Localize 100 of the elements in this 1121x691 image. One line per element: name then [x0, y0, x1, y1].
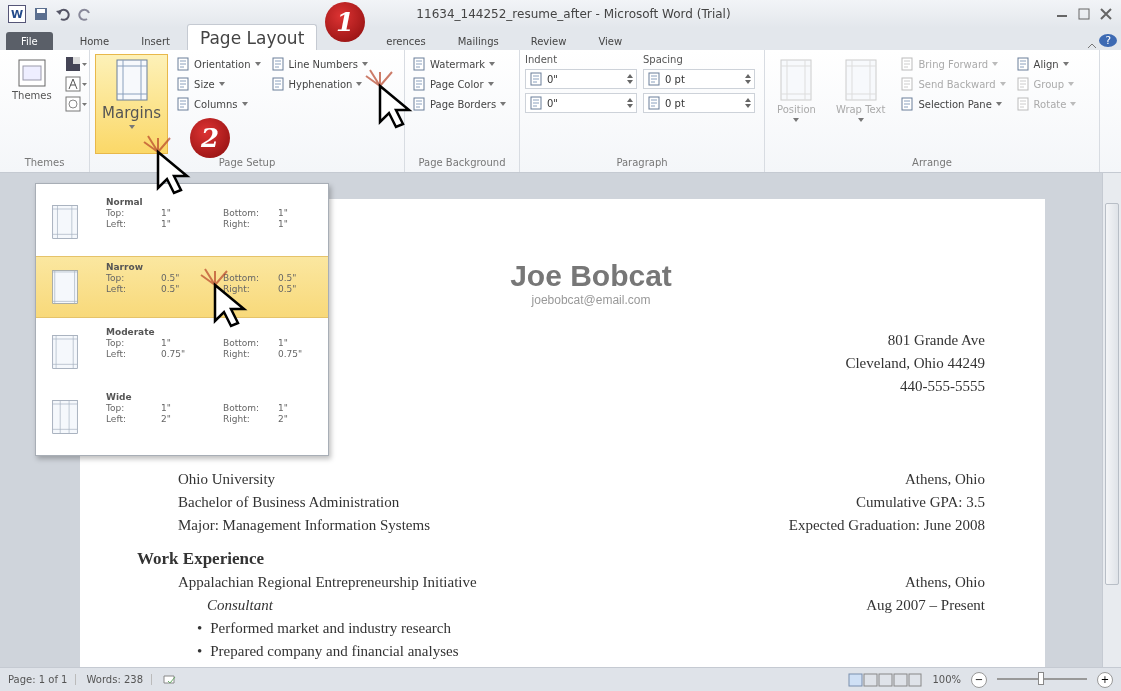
ribbon-tab[interactable]: erences [371, 32, 441, 50]
indent-spinner[interactable]: 0" [525, 93, 637, 113]
caret-icon [218, 82, 225, 86]
ribbon-button[interactable]: Orientation [174, 56, 263, 72]
ribbon-button[interactable]: Size [174, 76, 263, 92]
margin-value: 0.5" [161, 284, 181, 294]
zoom-out-button[interactable]: − [971, 671, 987, 688]
caret-icon [857, 118, 864, 122]
scroll-thumb[interactable] [1105, 203, 1119, 585]
ribbon-tab[interactable]: Insert [126, 32, 185, 50]
margin-label: Right: [223, 414, 251, 424]
address-line: 801 Grande Ave [887, 331, 985, 350]
margin-value: 0.5" [278, 273, 298, 283]
ribbon-button[interactable]: Line Numbers [268, 56, 370, 72]
page-icon [412, 97, 426, 111]
effects-icon[interactable] [64, 96, 87, 112]
caret-icon[interactable] [1087, 42, 1098, 50]
spacing-spinner[interactable]: 0 pt [643, 93, 755, 113]
ribbon-tab[interactable]: Home [64, 32, 125, 50]
margin-value: 0.75" [278, 349, 304, 359]
ribbon-button[interactable]: Watermark [410, 56, 509, 72]
ribbon-tab[interactable]: Page Layout [186, 24, 318, 50]
spacing-spinner[interactable]: 0 pt [643, 69, 755, 89]
caret-icon [1062, 62, 1069, 66]
ribbon-tab[interactable]: View [583, 32, 638, 50]
undo-icon[interactable] [56, 7, 70, 21]
section-heading: Work Experience [137, 548, 265, 570]
caret-icon [1068, 82, 1075, 86]
ribbon-button[interactable]: Columns [174, 96, 263, 112]
zoom-percent[interactable]: 100% [932, 674, 961, 685]
ribbon-button[interactable]: Hyphenation [268, 76, 370, 92]
margin-label: Bottom: [223, 273, 261, 283]
redo-icon[interactable] [78, 7, 92, 21]
ribbon-tab[interactable]: Mailings [442, 32, 514, 50]
scrollbar[interactable] [1102, 173, 1121, 667]
margin-label: Top: [106, 208, 126, 218]
page-icon [176, 57, 191, 71]
file-tab[interactable]: File [6, 32, 53, 50]
margin-value: 0.75" [161, 349, 187, 359]
themes-icon [17, 59, 46, 87]
margin-label: Right: [223, 349, 251, 359]
margin-option[interactable]: Wide Top: 1" Bottom: 1" Left: 2" Right: 2" [36, 386, 328, 448]
indent-spinner[interactable]: 0" [525, 69, 637, 89]
resume-text: Major: Management Information Systems [178, 516, 431, 535]
spacing-label: Spacing [643, 54, 684, 65]
ribbon-large-button[interactable]: Margins [95, 54, 169, 154]
page-count[interactable]: Page: 1 of 1 [8, 674, 77, 685]
ribbon-button[interactable]: Page Borders [410, 96, 509, 112]
caret-icon [254, 62, 261, 66]
resume-text: Expected Graduation: June 2008 [788, 516, 985, 535]
resume-text: Athens, Ohio [905, 573, 985, 592]
spin-arrows-icon [745, 74, 751, 84]
margin-value: 0.5" [161, 273, 181, 283]
margin-option[interactable]: Normal Top: 1" Bottom: 1" Left: 1" Right: 1" [36, 191, 328, 253]
help-button[interactable]: ? [1099, 33, 1117, 47]
page-icon [843, 59, 878, 101]
margin-option[interactable]: Moderate Top: 1" Bottom: 1" Left: 0.75" Right: 0.75" [36, 321, 328, 383]
page-icon [647, 96, 661, 110]
margin-value: 1" [278, 219, 289, 229]
margin-value: 1" [161, 219, 172, 229]
margin-value: 1" [161, 338, 172, 348]
ribbon-tab[interactable]: Review [515, 32, 582, 50]
margin-label: Bottom: [223, 403, 261, 413]
zoom-thumb[interactable] [1038, 672, 1044, 685]
resume-text: Ohio University [178, 470, 276, 489]
ribbon-button[interactable]: Selection Pane [898, 96, 1008, 112]
margin-option[interactable]: Narrow Top: 0.5" Bottom: 0.5" Left: 0.5" Right: 0.5" [36, 256, 328, 318]
caret-icon [489, 62, 496, 66]
fonts-icon[interactable] [64, 76, 87, 92]
page-icon [900, 57, 915, 71]
margin-label: Top: [106, 338, 126, 348]
caret-icon [356, 82, 363, 86]
close-icon[interactable] [1099, 7, 1113, 21]
bullet-icon: • [197, 640, 203, 663]
job-title: Consultant [207, 596, 273, 615]
zoom-in-button[interactable]: + [1097, 671, 1113, 688]
option-name: Narrow [106, 262, 144, 272]
themes-button[interactable]: Themes [5, 54, 59, 154]
restore-icon[interactable] [1077, 7, 1091, 21]
ribbon-button[interactable]: Page Color [410, 76, 509, 92]
colors-icon[interactable] [64, 56, 87, 72]
caret-icon [361, 62, 368, 66]
margin-label: Top: [106, 273, 126, 283]
word-count[interactable]: Words: 238 [86, 674, 153, 685]
page-icon [900, 97, 915, 111]
option-name: Moderate [106, 327, 156, 337]
page-icon [900, 77, 915, 91]
page-icon [529, 72, 543, 86]
resume-email: joebobcat@email.com [531, 293, 651, 307]
save-icon[interactable] [34, 7, 48, 21]
margin-label: Bottom: [223, 338, 261, 348]
page-icon [529, 96, 543, 110]
spin-arrows-icon [745, 98, 751, 108]
bullet-icon: • [197, 617, 203, 640]
address-line: Cleveland, Ohio 44249 [845, 354, 985, 373]
bullet-item: Performed market and industry research [210, 619, 451, 638]
ribbon-button[interactable]: Align [1013, 56, 1079, 72]
margin-value: 1" [161, 403, 172, 413]
page-icon [176, 77, 191, 91]
margin-value: 2" [278, 414, 289, 424]
